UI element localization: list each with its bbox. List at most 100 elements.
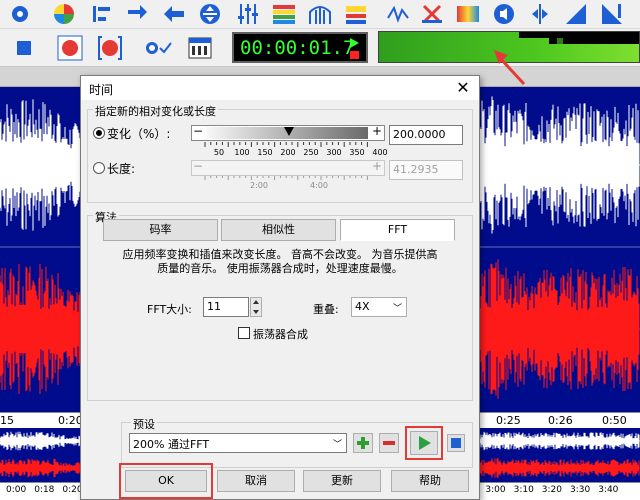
stop-button[interactable] (10, 34, 38, 62)
change-scale-label: 150 (257, 148, 273, 157)
overview-timeline-label: 3:30 (570, 485, 591, 495)
tab-similarity[interactable]: 相似性 (221, 219, 336, 241)
change-scale-label: 100 (234, 148, 250, 157)
fft-size-field[interactable]: 11 (203, 297, 249, 317)
preset-select[interactable]: 200% 通过FFT ﹀ (129, 433, 347, 453)
overview-timeline-label: 0:00 (6, 485, 27, 495)
length-slider-minus-icon: − (193, 159, 204, 173)
fade-out-icon[interactable] (600, 2, 624, 26)
compress-icon[interactable] (344, 2, 368, 26)
change-scale-label: 250 (303, 148, 319, 157)
tab-fft[interactable]: FFT (340, 219, 455, 241)
algorithm-group (87, 215, 473, 401)
change-slider[interactable]: − + (191, 124, 385, 141)
record-button[interactable] (56, 34, 84, 62)
length-slider-plus-icon: + (371, 159, 382, 173)
align-icon[interactable] (90, 2, 114, 26)
equalizer-icon[interactable] (236, 2, 260, 26)
tab-bitrate[interactable]: 码率 (103, 219, 218, 241)
timer-text: 00:00:01.7 (240, 37, 355, 59)
oscillator-checkbox[interactable] (238, 327, 250, 339)
timeline-label: 0:50 (602, 414, 627, 427)
overview-timeline-label: 3:00 (485, 485, 506, 495)
dialog-titlebar[interactable]: 时间 ✕ (81, 76, 479, 100)
mixer-window-icon[interactable] (186, 34, 214, 62)
minus-icon (383, 441, 395, 445)
plus-icon (357, 437, 369, 449)
add-preset-button[interactable] (353, 433, 373, 453)
change-scale-label: 50 (213, 148, 225, 157)
stop-icon (451, 438, 461, 448)
timeline-label: 15 (0, 414, 14, 427)
length-value-field: 41.2935 (389, 160, 463, 180)
overview-timeline-label: 3:20 (541, 485, 563, 495)
color-wheel-icon[interactable] (52, 2, 76, 26)
fade-in-icon[interactable] (564, 2, 588, 26)
mute-icon[interactable] (420, 2, 444, 26)
annotation-arrow-icon (494, 50, 526, 86)
help-button[interactable]: 帮助 (391, 470, 469, 492)
preview-stop-button[interactable] (447, 434, 465, 452)
algorithm-description-line2: 质量的音乐。 使用振荡器合成时，处理速度最慢。 (157, 262, 403, 275)
overlap-value: 4X (355, 300, 370, 313)
oscillator-label: 振荡器合成 (253, 328, 308, 341)
change-slider-thumb[interactable] (284, 127, 294, 136)
spectrum-icon[interactable] (272, 2, 296, 26)
update-button[interactable]: 更新 (303, 470, 381, 492)
change-label: 变化（%）: (107, 127, 171, 141)
time-stretch-dialog: 时间 ✕ 指定新的相对变化或长度 变化（%）: − + 50 100 150 200 2… (80, 75, 480, 500)
highlight-box-play (405, 426, 443, 460)
overlap-select[interactable]: 4X ﹀ (351, 297, 407, 317)
algorithm-description-line1: 应用频率变换和插值来改变长度。 音高不会改变。 为音乐提供高 (122, 248, 438, 261)
main-toolbar (0, 0, 640, 29)
overlap-label: 重叠: (313, 303, 339, 316)
left-arrow-icon[interactable] (162, 2, 186, 26)
gradient-icon[interactable] (456, 2, 480, 26)
overview-timeline-label: 3:40 (598, 485, 619, 495)
length-slider: − + (191, 159, 385, 176)
slider-plus-icon[interactable]: + (372, 124, 382, 138)
change-value-field[interactable]: 200.0000 (389, 125, 463, 145)
length-radio[interactable] (93, 162, 105, 174)
waveform-icon[interactable] (308, 2, 332, 26)
volume-icon[interactable] (492, 2, 516, 26)
slider-minus-icon[interactable]: − (193, 124, 203, 138)
transport-toolbar: 00:00:01.7 (0, 29, 640, 67)
remove-preset-button[interactable] (379, 433, 399, 453)
time-display: 00:00:01.7 (232, 32, 368, 63)
change-radio[interactable] (93, 127, 105, 139)
change-scale-label: 350 (349, 148, 365, 157)
length-scale-label: 4:00 (310, 181, 328, 190)
change-group-title: 指定新的相对变化或长度 (93, 103, 218, 119)
length-scale-ticks (204, 176, 368, 180)
overview-timeline-label: 3:10 (513, 485, 534, 495)
spin-down-icon[interactable] (253, 310, 259, 314)
gear-icon[interactable] (8, 2, 32, 26)
play-indicator-icon (350, 38, 359, 48)
pitch-icon[interactable] (528, 2, 552, 26)
chevron-down-icon[interactable]: ﹀ (333, 437, 342, 450)
change-scale-label: 200 (280, 148, 296, 157)
close-icon[interactable]: ✕ (453, 78, 473, 98)
vertical-expand-icon[interactable] (198, 2, 222, 26)
record-check-icon[interactable] (144, 34, 172, 62)
cancel-button[interactable]: 取消 (217, 470, 295, 492)
highlight-box-ok (119, 463, 213, 499)
timeline-label: 0:25 (496, 414, 521, 427)
change-scale-label: 400 (372, 148, 388, 157)
noise-icon[interactable] (386, 2, 410, 26)
chevron-down-icon[interactable]: ﹀ (393, 301, 402, 314)
redo-icon[interactable] (125, 2, 149, 26)
spin-up-icon[interactable] (253, 300, 259, 304)
length-label: 长度: (107, 162, 136, 176)
change-scale-label: 300 (326, 148, 342, 157)
fft-size-spinner[interactable] (250, 297, 262, 317)
timeline-label: 0:20 (58, 414, 83, 427)
dialog-title: 时间 (89, 83, 114, 97)
preset-value: 200% 通过FFT (133, 438, 210, 451)
record-indicator-icon (350, 51, 359, 59)
record-loop-button[interactable] (96, 34, 124, 62)
preset-group-title: 预设 (131, 416, 157, 432)
change-scale: 50 100 150 200 250 300 350 400 (191, 148, 388, 158)
overview-timeline-label: 0:18 (34, 485, 55, 495)
